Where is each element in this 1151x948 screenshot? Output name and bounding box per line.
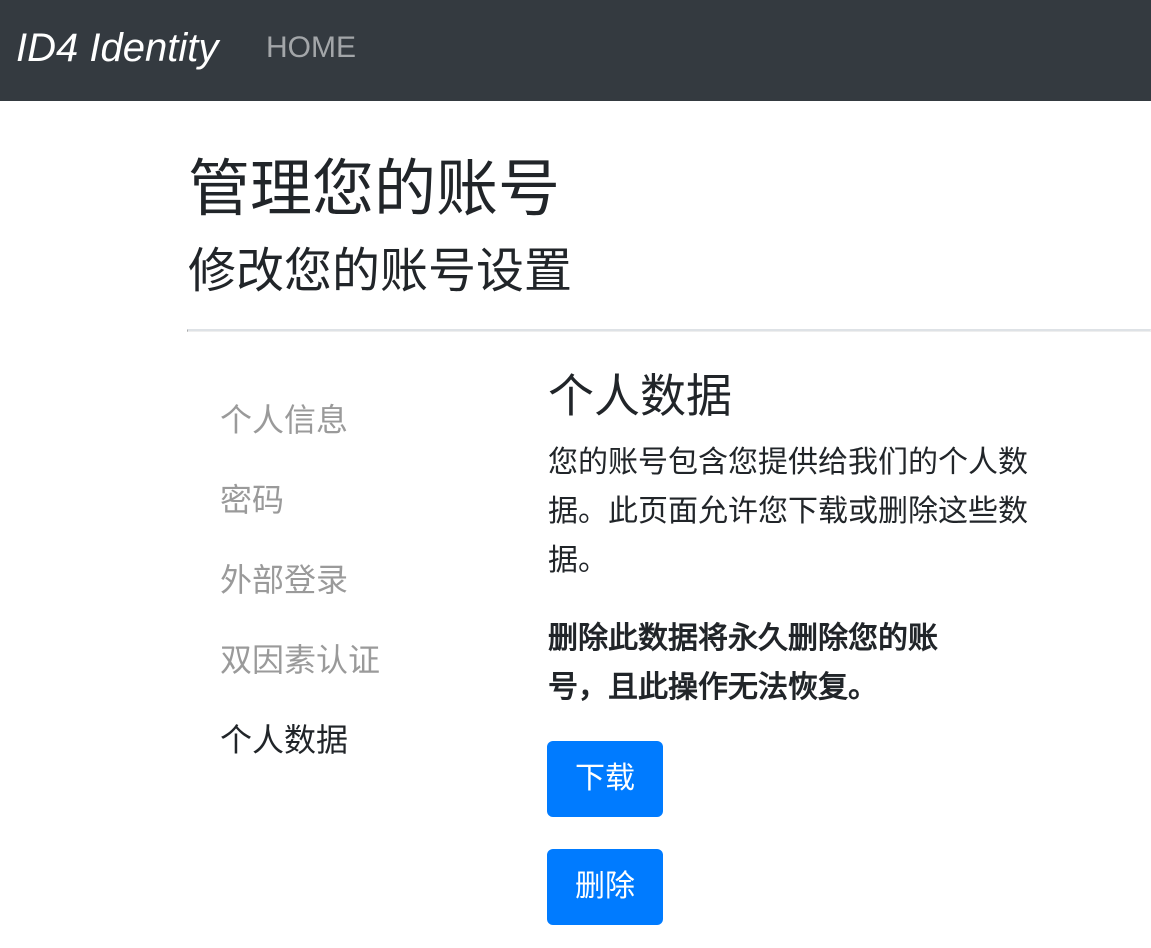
sidebar-item-password[interactable]: 密码 bbox=[220, 478, 284, 522]
sidebar-item-personal-data[interactable]: 个人数据 bbox=[220, 718, 348, 762]
nav-home-link[interactable]: HOME bbox=[266, 28, 356, 68]
section-title: 个人数据 bbox=[548, 369, 732, 423]
page-subtitle: 修改您的账号设置 bbox=[188, 243, 573, 299]
sidebar-item-profile[interactable]: 个人信息 bbox=[220, 398, 348, 442]
sidebar-item-external-logins[interactable]: 外部登录 bbox=[220, 558, 348, 602]
sidebar-item-two-factor[interactable]: 双因素认证 bbox=[220, 638, 380, 682]
brand-link[interactable]: ID4 Identity bbox=[16, 22, 218, 74]
page-title: 管理您的账号 bbox=[188, 152, 561, 225]
intro-text: 您的账号包含您提供给我们的个人数据。此页面允许您下载或删除这些数据。 bbox=[548, 445, 1028, 578]
top-navbar: ID4 Identity HOME bbox=[0, 0, 1151, 101]
delete-warning: 删除此数据将永久删除您的账号，且此操作无法恢复。 bbox=[548, 621, 938, 705]
download-button[interactable]: 下载 bbox=[547, 741, 663, 817]
header-divider bbox=[187, 329, 1151, 332]
delete-button[interactable]: 删除 bbox=[547, 849, 663, 925]
